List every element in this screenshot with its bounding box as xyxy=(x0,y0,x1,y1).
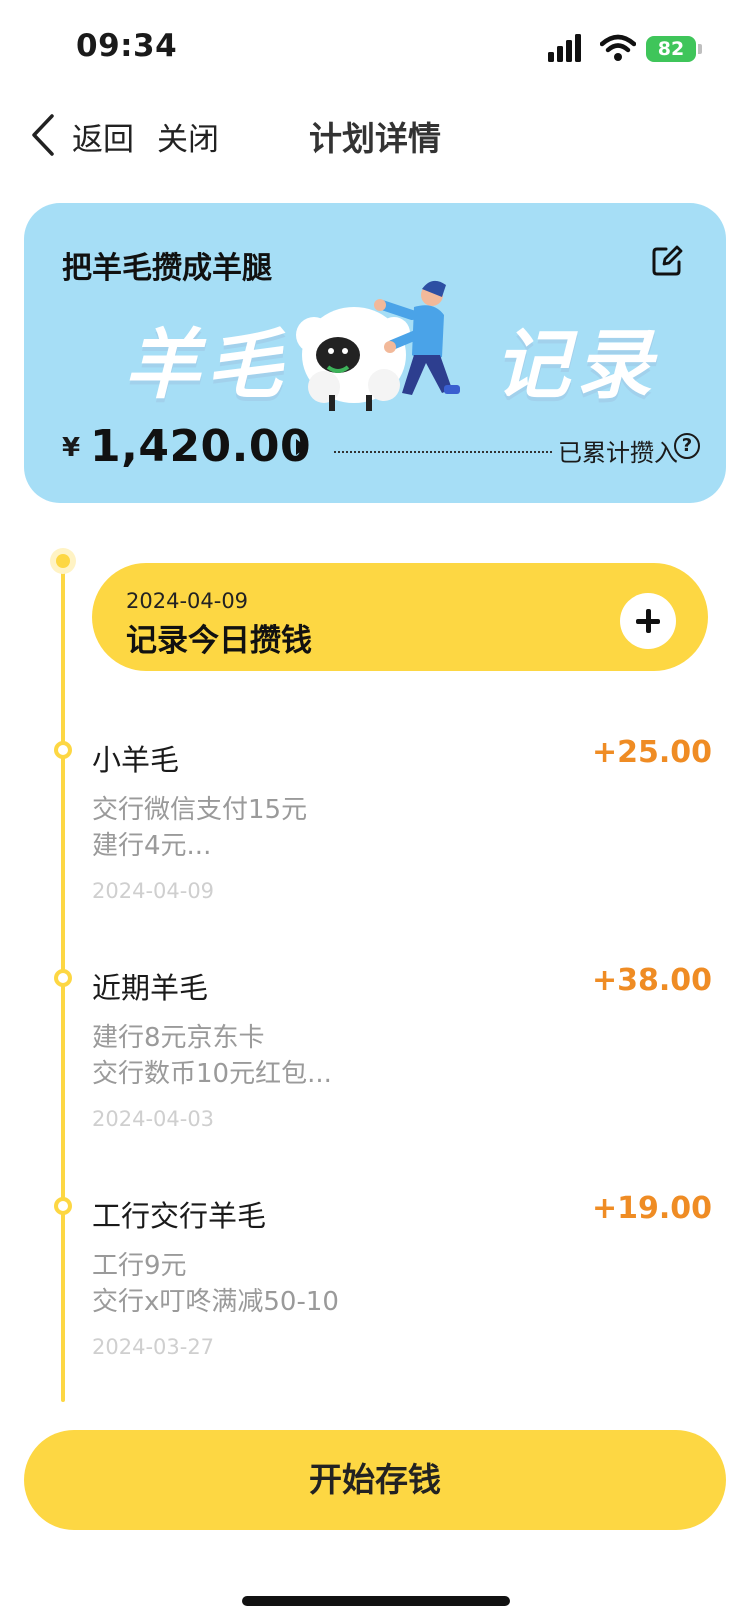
entry-title: 小羊毛 xyxy=(92,743,180,777)
today-date: 2024-04-09 xyxy=(126,589,249,613)
start-saving-button[interactable]: 开始存钱 xyxy=(24,1430,726,1530)
banner-illustration: 羊毛 记录 xyxy=(94,275,674,425)
entry-amount: +25.00 xyxy=(591,735,712,770)
entry-date: 2024-03-27 xyxy=(92,1335,215,1359)
entry-date: 2024-04-03 xyxy=(92,1107,215,1131)
entry-amount: +19.00 xyxy=(591,1191,712,1226)
battery-icon: 82 xyxy=(646,36,702,62)
currency-symbol: ¥ xyxy=(62,433,81,463)
timeline-dot xyxy=(54,741,72,759)
accumulated-label: 已累计攒入 xyxy=(558,439,678,467)
banner-text-right: 记录 xyxy=(494,320,658,409)
entry-note-line1: 建行8元京东卡 xyxy=(92,1023,265,1053)
banner-text-left: 羊毛 xyxy=(124,320,288,409)
entry-amount: +38.00 xyxy=(591,963,712,998)
list-item[interactable]: 小羊毛 +25.00 交行微信支付15元 建行4元... 2024-04-09 xyxy=(92,735,712,907)
record-today-card[interactable]: 2024-04-09 记录今日攒钱 xyxy=(92,563,708,671)
plan-card[interactable]: 把羊毛攒成羊腿 羊毛 记录 ¥ 1,420.00 已累计攒入 ? xyxy=(24,203,726,503)
dotted-divider xyxy=(334,451,552,453)
entry-note-line1: 交行微信支付15元 xyxy=(92,795,308,825)
list-item[interactable]: 工行交行羊毛 +19.00 工行9元 交行x叮咚满减50-10 2024-03-… xyxy=(92,1191,712,1363)
sheep-shearing-illustration xyxy=(296,280,460,411)
status-bar: 09:34 82 xyxy=(0,0,750,100)
accumulated-amount: 1,420.00 xyxy=(90,421,312,472)
accumulated-amount-row[interactable]: ¥ 1,420.00 已累计攒入 ? xyxy=(62,421,702,475)
entry-note-line2: 交行x叮咚满减50-10 xyxy=(92,1287,339,1317)
caret-right-icon[interactable] xyxy=(296,439,307,455)
wifi-icon xyxy=(600,34,636,61)
battery-level: 82 xyxy=(657,38,685,60)
cellular-signal-icon xyxy=(548,34,581,62)
close-button[interactable]: 关闭 xyxy=(157,114,219,159)
entry-title: 近期羊毛 xyxy=(92,971,209,1005)
entry-date: 2024-04-09 xyxy=(92,879,215,903)
record-today-label: 记录今日攒钱 xyxy=(126,623,312,659)
status-time: 09:34 xyxy=(76,28,178,64)
home-indicator xyxy=(242,1596,510,1606)
entry-note-line1: 工行9元 xyxy=(92,1251,187,1281)
edit-icon[interactable] xyxy=(651,245,683,277)
timeline-dot-current xyxy=(50,548,76,574)
question-circle-icon[interactable]: ? xyxy=(674,433,700,459)
back-button[interactable]: 返回 xyxy=(72,114,134,159)
nav-bar: 计划详情 返回 关闭 xyxy=(0,100,750,170)
entry-note-line2: 交行数币10元红包... xyxy=(92,1059,332,1089)
entry-note-line2: 建行4元... xyxy=(92,831,212,861)
timeline-dot xyxy=(54,1197,72,1215)
timeline-dot xyxy=(54,969,72,987)
entry-title: 工行交行羊毛 xyxy=(92,1199,267,1233)
plus-icon[interactable] xyxy=(620,593,676,649)
list-item[interactable]: 近期羊毛 +38.00 建行8元京东卡 交行数币10元红包... 2024-04… xyxy=(92,963,712,1135)
